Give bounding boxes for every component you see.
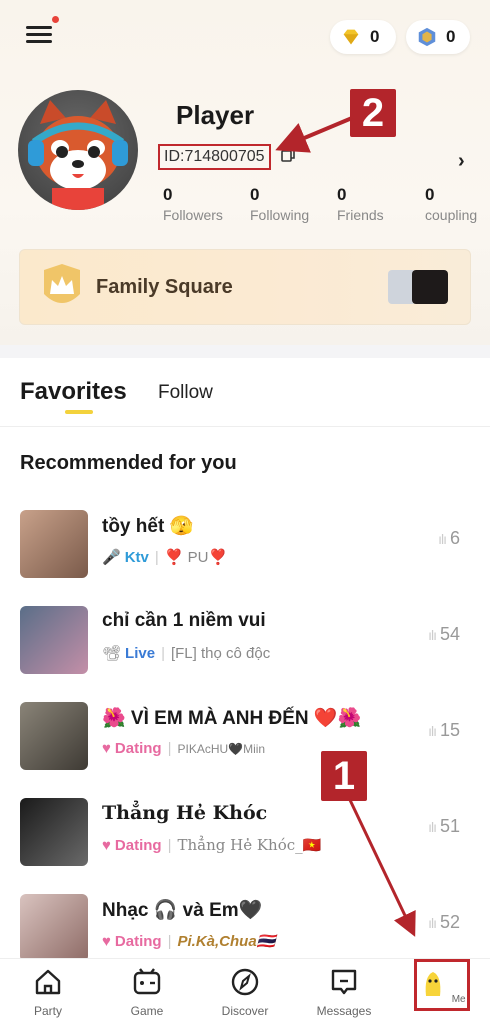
chevron-right-icon[interactable]: › [458,150,465,173]
copy-icon[interactable] [280,147,296,163]
room-list-item[interactable]: Thẳng He̓ Khóc ♥ Dating | Thẳng He̓ Khóc… [0,798,490,888]
divider [0,426,490,427]
content-panel: Favorites Follow Recommended for you tồy… [0,358,490,962]
stat-following[interactable]: 0 Following [250,185,309,223]
room-list-item[interactable]: 🌺 VÌ EM MÀ ANH ĐẾN ❤️🌺 ♥ Dating | PIKAcH… [0,702,490,792]
avatar[interactable] [18,90,138,210]
nav-me[interactable]: Me [414,959,470,1011]
room-thumbnail [20,510,88,578]
crown-shield-icon [44,264,80,303]
room-list-item[interactable]: chỉ cần 1 niềm vui 📽 Live | [FL] thọ cô … [0,606,490,696]
nav-party[interactable]: Party [18,967,78,1018]
room-thumbnail [20,894,88,962]
tab-favorites[interactable]: Favorites [20,378,127,406]
home-icon [35,969,61,995]
compass-icon [231,968,259,996]
me-icon [426,972,441,996]
signal-bars-icon: ılı [428,819,437,835]
nav-game[interactable]: Game [117,967,177,1018]
signal-bars-icon: ılı [428,627,437,643]
annotation-number-2: 2 [350,89,396,137]
stat-coupling[interactable]: 0 coupling [425,185,477,223]
room-list-item[interactable]: tồy hết 🫣 🎤 Ktv | ❣️ PU❣️ ılı 6 [0,510,490,600]
video-camera-icon: 📽 [102,645,122,662]
user-id[interactable]: ID:714800705 [158,144,271,170]
room-thumbnail [20,702,88,770]
annotation-number-1: 1 [321,751,367,801]
tab-follow[interactable]: Follow [158,382,213,404]
notification-dot [52,16,59,23]
active-tab-indicator [65,410,93,414]
red-panda-avatar-icon [28,100,128,210]
signal-bars-icon: ılı [438,531,447,547]
microphone-icon: 🎤 [102,549,121,566]
stat-followers[interactable]: 0 Followers [163,185,223,223]
heart-icon: ♥ [102,836,111,854]
nav-discover[interactable]: Discover [215,967,275,1018]
bottom-nav: Party Game Discover Messages Me [0,958,490,1024]
stat-friends[interactable]: 0 Friends [337,185,384,223]
room-thumbnail [20,798,88,866]
gamepad-icon [133,968,161,995]
heart-icon: ♥ [102,932,111,950]
coin-balance[interactable]: 0 [406,20,470,54]
family-square-banner[interactable]: Family Square [19,249,471,325]
family-member-thumb [412,270,448,304]
menu-icon[interactable] [26,22,52,48]
nav-messages[interactable]: Messages [314,967,374,1018]
signal-bars-icon: ılı [428,915,437,931]
section-title: Recommended for you [20,452,237,474]
diamond-icon [343,29,359,45]
username: Player [176,100,255,130]
crystal-icon [418,27,436,47]
message-icon [331,969,357,995]
gem-balance[interactable]: 0 [330,20,396,54]
signal-bars-icon: ılı [428,723,437,739]
heart-icon: ♥ [102,740,111,757]
room-thumbnail [20,606,88,674]
profile-header: 0 0 Player ID:714800705 › 0 Followers 0 … [0,0,490,345]
